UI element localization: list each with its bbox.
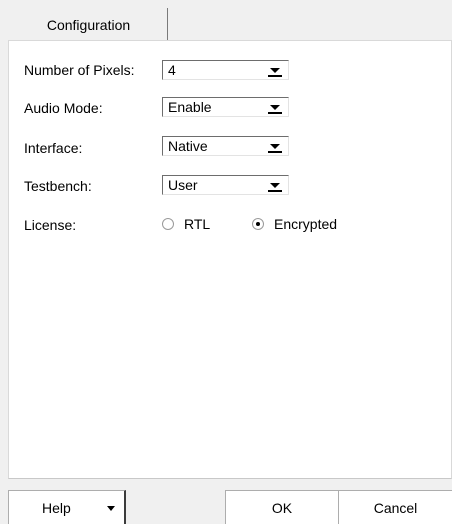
ok-button[interactable]: OK bbox=[225, 490, 339, 524]
interface-value: Native bbox=[168, 138, 208, 154]
testbench-label: Testbench: bbox=[24, 178, 92, 194]
chevron-down-icon[interactable] bbox=[268, 181, 282, 193]
audio-mode-combo[interactable]: Enable bbox=[162, 97, 289, 117]
pixels-value: 4 bbox=[168, 62, 176, 78]
testbench-value: User bbox=[168, 177, 198, 193]
license-radio-rtl[interactable]: RTL bbox=[162, 216, 210, 232]
testbench-combo[interactable]: User bbox=[162, 175, 289, 195]
help-button[interactable]: Help bbox=[8, 490, 126, 524]
chevron-down-icon[interactable] bbox=[268, 142, 282, 154]
pixels-label: Number of Pixels: bbox=[24, 62, 135, 78]
tab-configuration-label: Configuration bbox=[46, 16, 131, 33]
caret-down-icon[interactable] bbox=[107, 506, 115, 511]
ok-button-label: OK bbox=[271, 499, 293, 516]
help-button-label: Help bbox=[42, 499, 71, 516]
chevron-down-icon[interactable] bbox=[268, 66, 282, 78]
interface-combo[interactable]: Native bbox=[162, 136, 289, 156]
pixels-combo[interactable]: 4 bbox=[162, 60, 289, 80]
radio-icon[interactable] bbox=[162, 218, 174, 230]
tab-configuration[interactable]: Configuration bbox=[16, 8, 168, 41]
cancel-button-label: Cancel bbox=[373, 499, 418, 516]
radio-icon[interactable] bbox=[252, 218, 264, 230]
chevron-down-icon[interactable] bbox=[268, 103, 282, 115]
license-encrypted-label: Encrypted bbox=[274, 216, 338, 232]
configuration-dialog: Configuration Number of Pixels: 4 Audio … bbox=[0, 0, 452, 524]
audio-mode-value: Enable bbox=[168, 99, 212, 115]
license-radio-encrypted[interactable]: Encrypted bbox=[252, 216, 337, 232]
cancel-button[interactable]: Cancel bbox=[339, 490, 452, 524]
interface-label: Interface: bbox=[24, 140, 83, 156]
license-rtl-label: RTL bbox=[184, 216, 211, 232]
license-label: License: bbox=[24, 217, 77, 233]
audio-mode-label: Audio Mode: bbox=[24, 100, 103, 116]
